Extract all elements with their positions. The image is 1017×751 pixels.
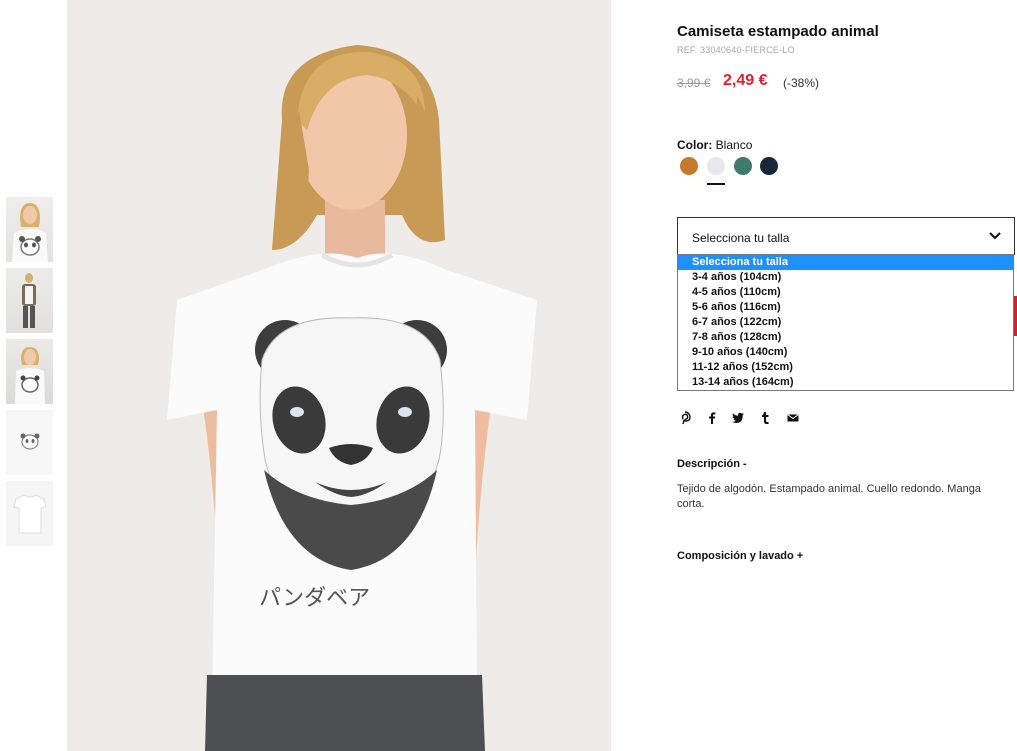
composition-toggle[interactable]: Composición y lavado +	[677, 550, 803, 562]
product-title: Camiseta estampado animal	[677, 23, 879, 40]
swatch-green[interactable]	[734, 157, 752, 175]
size-option[interactable]: 3-4 años (104cm)	[678, 270, 1013, 285]
thumbnail-3[interactable]	[6, 339, 53, 404]
katakana-print-text: パンダベア	[259, 586, 370, 611]
twitter-icon[interactable]	[730, 410, 746, 426]
color-label: Color:	[677, 138, 713, 152]
thumbnail-4[interactable]	[6, 410, 53, 475]
product-reference: REF. 33040640-FIERCE-LO	[677, 45, 795, 55]
main-product-image: パンダベア	[67, 0, 611, 751]
size-select-value: Selecciona tu talla	[692, 231, 790, 245]
size-option[interactable]: 4-5 años (110cm)	[678, 285, 1013, 300]
size-option[interactable]: 7-8 años (128cm)	[678, 330, 1013, 345]
size-option[interactable]: 9-10 años (140cm)	[678, 345, 1013, 360]
size-option[interactable]: 5-6 años (116cm)	[678, 300, 1013, 315]
size-option[interactable]: 6-7 años (122cm)	[678, 315, 1013, 330]
description-text: Tejido de algodón. Estampado animal. Cue…	[677, 483, 981, 510]
size-select[interactable]: Selecciona tu talla	[677, 217, 1015, 255]
swatch-blanco[interactable]	[707, 157, 725, 175]
description-toggle[interactable]: Descripción -	[677, 458, 747, 470]
size-option[interactable]: 11-12 años (152cm)	[678, 360, 1013, 375]
thumbnail-2[interactable]	[6, 268, 53, 333]
size-option[interactable]: Selecciona tu talla	[678, 255, 1013, 270]
size-options-list: Selecciona tu talla 3-4 años (104cm) 4-5…	[677, 254, 1014, 391]
swatch-navy[interactable]	[760, 157, 778, 175]
facebook-icon[interactable]	[704, 410, 720, 426]
selected-color-name: Blanco	[715, 138, 753, 152]
sale-price: 2,49 €	[723, 72, 768, 89]
selected-swatch-indicator	[707, 183, 725, 185]
color-label-row: Color: Blanco	[677, 138, 752, 152]
swatch-camel[interactable]	[680, 157, 698, 175]
tumblr-icon[interactable]	[757, 410, 773, 426]
size-option[interactable]: 13-14 años (164cm)	[678, 375, 1013, 390]
thumbnail-5[interactable]	[6, 481, 53, 546]
thumbnail-1[interactable]	[6, 197, 53, 262]
email-icon[interactable]	[785, 410, 801, 426]
thumbnail-gallery	[6, 197, 53, 552]
discount-badge: (-38%)	[783, 76, 820, 90]
pinterest-icon[interactable]	[677, 410, 693, 426]
original-price: 3,99 €	[677, 76, 711, 90]
chevron-down-icon	[989, 232, 1001, 240]
